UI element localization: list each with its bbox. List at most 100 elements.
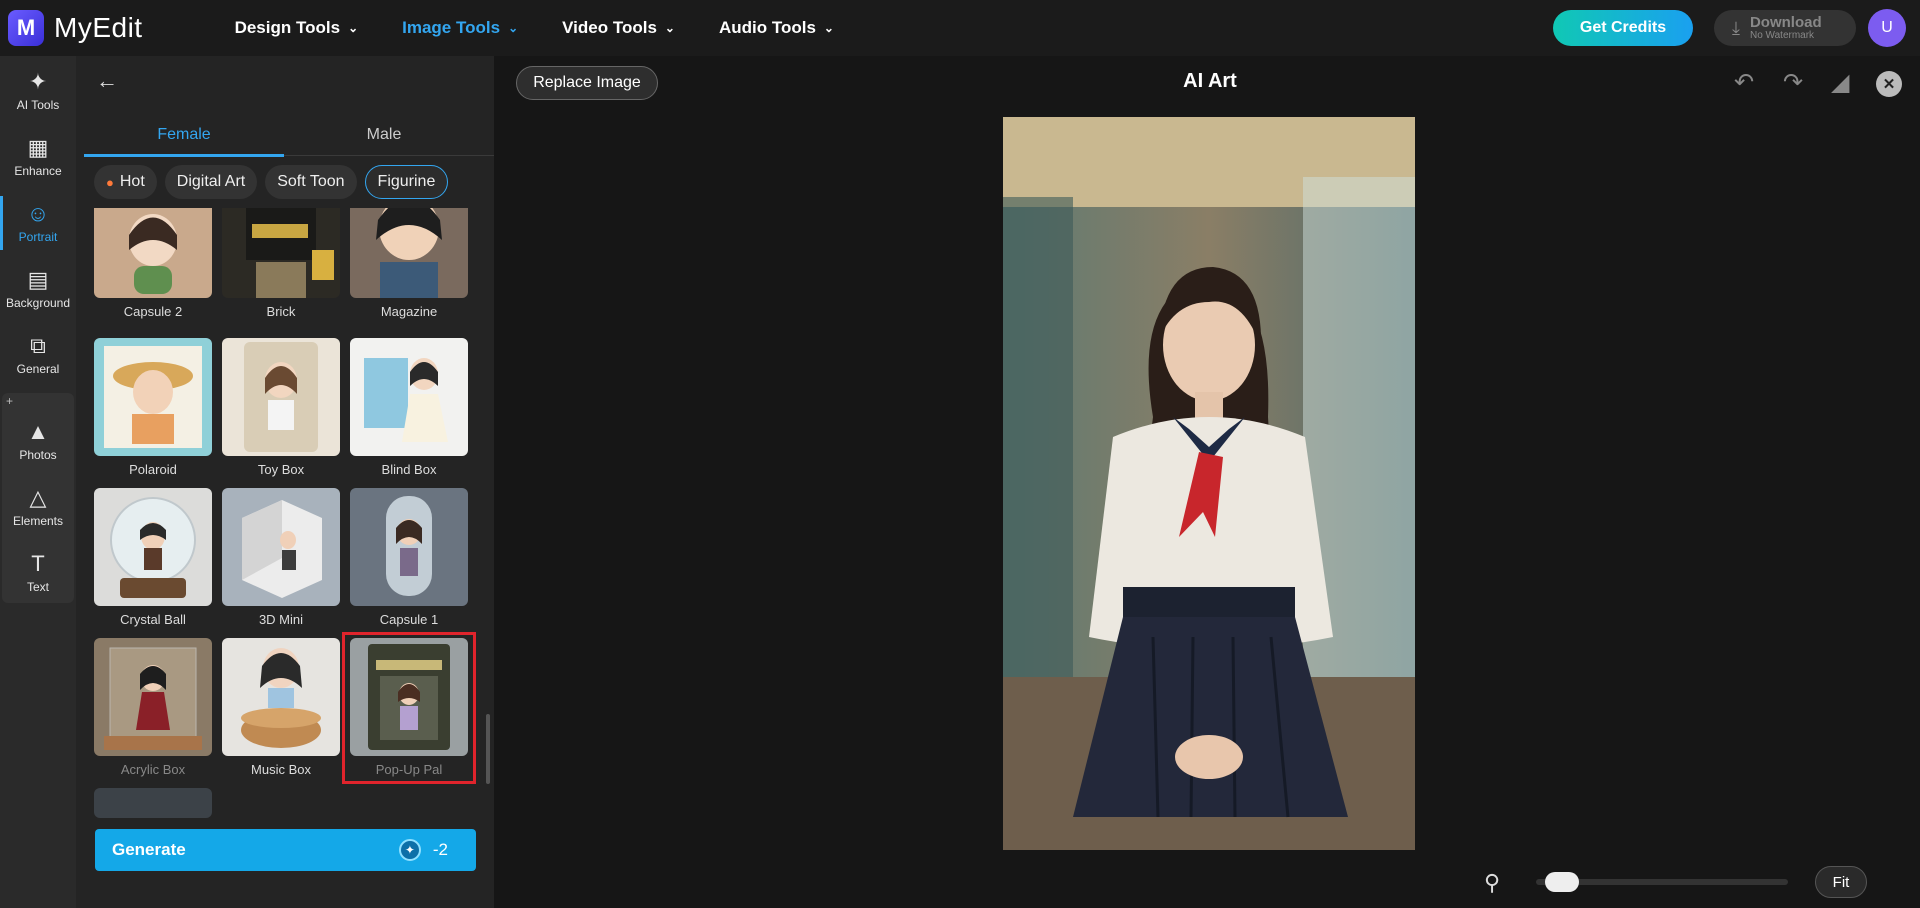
style-thumbnail <box>222 338 340 456</box>
text-icon: T <box>31 551 45 576</box>
rail-item-ai-tools[interactable]: ✦ AI Tools <box>0 58 76 124</box>
download-sublabel: No Watermark <box>1749 30 1815 41</box>
redo-icon[interactable]: ↷ <box>1783 68 1803 97</box>
chevron-down-icon: ⌄ <box>664 21 675 35</box>
nav-label: Video Tools <box>562 18 657 37</box>
style-label: Capsule 2 <box>123 304 183 319</box>
rail-label: Background <box>5 296 71 310</box>
app-logo[interactable]: M MyEdit <box>8 10 143 46</box>
canvas-title: AI Art <box>1183 70 1237 92</box>
close-icon[interactable]: ✕ <box>1876 71 1902 97</box>
selected-style-highlight <box>342 632 476 784</box>
chevron-down-icon: ⌄ <box>508 21 519 35</box>
style-thumbnail <box>222 208 340 298</box>
main-nav: Design Tools ⌄ Image Tools ⌄ Video Tools ⌄ … <box>235 18 878 38</box>
generate-button[interactable]: Generate ✦ -2 <box>95 829 476 871</box>
style-thumbnail <box>222 638 340 756</box>
style-thumbnail <box>94 488 212 606</box>
rail-label: Elements <box>12 514 64 528</box>
elements-icon: △ <box>29 485 47 510</box>
zoom-icon[interactable]: ⚲ <box>1484 870 1500 896</box>
download-icon: ⤓ <box>1732 17 1740 38</box>
style-label: Blind Box <box>381 462 437 477</box>
style-thumbnail <box>94 788 212 818</box>
general-icon: ⧉ <box>30 333 46 358</box>
style-thumbnail <box>94 638 212 756</box>
rail-label: Portrait <box>18 230 58 244</box>
rail-item-general[interactable]: ⧉ General <box>0 322 76 388</box>
rail-label: Text <box>26 580 49 594</box>
style-label: Music Box <box>251 762 311 777</box>
gender-tabs: Female Male <box>84 114 494 157</box>
chevron-down-icon: ⌄ <box>348 21 359 35</box>
plus-icon[interactable]: + <box>6 394 13 408</box>
avatar[interactable]: U <box>1868 9 1906 47</box>
undo-icon[interactable]: ↶ <box>1734 68 1754 97</box>
rail-item-elements[interactable]: △ Elements <box>0 474 76 540</box>
top-bar: M MyEdit Design Tools ⌄ Image Tools ⌄ Vide… <box>0 0 1920 56</box>
nav-design-tools[interactable]: Design Tools ⌄ <box>235 18 359 38</box>
tab-female[interactable]: Female <box>84 114 284 157</box>
style-label: 3D Mini <box>258 612 304 627</box>
style-card-music-box[interactable]: Music Box <box>222 638 340 777</box>
style-label: Crystal Ball <box>120 612 186 627</box>
compare-icon[interactable]: ◢ <box>1831 68 1849 97</box>
style-label: Toy Box <box>257 462 305 477</box>
get-credits-button[interactable]: Get Credits <box>1553 10 1693 46</box>
style-thumbnail <box>94 208 212 298</box>
style-card-3d-mini[interactable]: 3D Mini <box>222 488 340 627</box>
style-thumbnail <box>94 338 212 456</box>
style-card-acrylic-box[interactable]: Acrylic Box <box>94 638 212 777</box>
style-card-magazine[interactable]: Magazine <box>350 208 468 319</box>
style-card-partial[interactable] <box>94 788 212 818</box>
chip-soft-toon[interactable]: Soft Toon <box>265 165 357 199</box>
replace-image-button[interactable]: Replace Image <box>516 66 658 100</box>
rail-label: AI Tools <box>16 98 60 112</box>
chip-figurine[interactable]: Figurine <box>364 165 449 199</box>
style-thumbnail <box>350 208 468 298</box>
tab-male[interactable]: Male <box>284 114 484 156</box>
style-card-blind-box[interactable]: Blind Box <box>350 338 468 477</box>
photos-icon: ▲ <box>27 419 49 444</box>
nav-image-tools[interactable]: Image Tools ⌄ <box>402 18 518 38</box>
rail-item-enhance[interactable]: ▦ Enhance <box>0 124 76 190</box>
enhance-icon: ▦ <box>27 135 49 160</box>
style-label: Brick <box>266 304 296 319</box>
portrait-photo <box>1003 117 1415 850</box>
nav-label: Image Tools <box>402 18 501 37</box>
style-label: Capsule 1 <box>379 612 439 627</box>
nav-label: Audio Tools <box>718 18 816 37</box>
zoom-slider-knob[interactable] <box>1544 872 1579 892</box>
style-label: Magazine <box>380 304 438 319</box>
chevron-down-icon: ⌄ <box>823 21 834 35</box>
nav-video-tools[interactable]: Video Tools ⌄ <box>562 18 675 38</box>
rail-item-photos[interactable]: ▲ Photos <box>0 408 76 474</box>
style-thumbnail <box>350 488 468 606</box>
category-chips: ● Hot Digital Art Soft Toon Figurine <box>94 165 449 199</box>
background-icon: ▤ <box>27 267 49 292</box>
panel-scrollbar[interactable] <box>486 714 490 784</box>
chip-digital-art[interactable]: Digital Art <box>164 165 258 199</box>
rail-item-text[interactable]: T Text <box>0 540 76 606</box>
back-arrow-icon[interactable]: ← <box>96 68 118 94</box>
style-card-polaroid[interactable]: Polaroid <box>94 338 212 477</box>
chip-hot[interactable]: ● Hot <box>94 165 157 199</box>
generate-label: Generate <box>112 840 186 859</box>
logo-mark: M <box>8 10 44 46</box>
nav-audio-tools[interactable]: Audio Tools ⌄ <box>719 18 834 38</box>
style-card-crystal-ball[interactable]: Crystal Ball <box>94 488 212 627</box>
credit-coin-icon: ✦ <box>398 839 421 861</box>
nav-label: Design Tools <box>234 18 341 37</box>
style-card-brick[interactable]: Brick <box>222 208 340 319</box>
style-card-toy-box[interactable]: Toy Box <box>222 338 340 477</box>
download-button[interactable]: ⤓ Download No Watermark <box>1714 10 1856 46</box>
generate-cost-value: -2 <box>432 840 448 859</box>
style-card-capsule-2[interactable]: Capsule 2 <box>94 208 212 319</box>
style-thumbnail <box>350 338 468 456</box>
rail-label: Enhance <box>14 164 62 178</box>
generate-cost: ✦ -2 <box>398 839 448 861</box>
fit-button[interactable]: Fit <box>1815 866 1867 898</box>
style-card-capsule-1[interactable]: Capsule 1 <box>350 488 468 627</box>
rail-item-portrait[interactable]: ☺ Portrait <box>0 190 76 256</box>
rail-item-background[interactable]: ▤ Background <box>0 256 76 322</box>
